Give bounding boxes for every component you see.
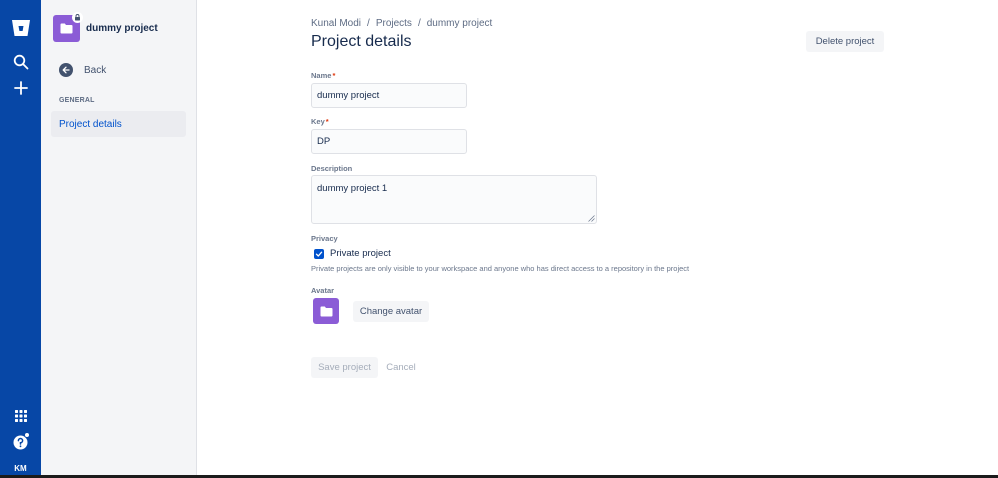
breadcrumb-item-projects[interactable]: Projects xyxy=(376,18,412,29)
breadcrumb-separator: / xyxy=(417,18,421,29)
private-project-checkbox-row[interactable]: Private project xyxy=(314,248,391,259)
breadcrumb-separator: / xyxy=(367,18,370,29)
back-button[interactable]: Back xyxy=(59,63,106,77)
description-value: dummy project 1 xyxy=(317,183,388,194)
privacy-helper-text: Private projects are only visible to you… xyxy=(311,264,690,273)
sidebar-project-header: dummy project xyxy=(53,12,158,42)
name-input[interactable]: dummy project xyxy=(311,83,467,108)
folder-icon xyxy=(60,23,73,34)
change-avatar-button[interactable]: Change avatar xyxy=(353,301,429,322)
breadcrumb-item-user[interactable]: Kunal Modi xyxy=(311,18,361,29)
sidebar-item-project-details[interactable]: Project details xyxy=(51,111,186,137)
name-label: Name* xyxy=(311,71,335,80)
private-project-checkbox[interactable] xyxy=(314,248,324,259)
private-project-label: Private project xyxy=(330,248,391,259)
description-label: Description xyxy=(311,164,353,173)
project-avatar-preview xyxy=(313,298,339,324)
key-label: Key* xyxy=(311,117,329,126)
plus-icon[interactable] xyxy=(0,77,41,99)
search-icon[interactable] xyxy=(0,51,41,73)
resize-handle-icon[interactable] xyxy=(588,215,595,222)
lock-icon xyxy=(72,12,83,23)
breadcrumb: Kunal Modi / Projects / dummy project xyxy=(311,18,492,29)
sidebar-item-label: Project details xyxy=(59,118,122,130)
required-marker: * xyxy=(325,117,329,126)
required-marker: * xyxy=(332,71,336,80)
project-avatar xyxy=(53,12,83,42)
avatar-label: Avatar xyxy=(311,286,335,295)
main-content: Kunal Modi / Projects / dummy project Pr… xyxy=(197,0,998,475)
name-label-text: Name xyxy=(311,71,332,80)
sidebar-section-title: GENERAL xyxy=(59,97,95,104)
checkmark-icon xyxy=(315,251,323,257)
key-label-text: Key xyxy=(311,117,325,126)
save-project-button[interactable]: Save project xyxy=(311,357,378,378)
key-input-value: DP xyxy=(317,136,331,147)
page-title: Project details xyxy=(311,33,412,50)
privacy-label: Privacy xyxy=(311,234,338,243)
notification-dot xyxy=(24,432,30,438)
key-input[interactable]: DP xyxy=(311,129,467,154)
project-sidebar: dummy project Back GENERAL xyxy=(41,0,197,475)
description-textarea[interactable]: dummy project 1 xyxy=(311,175,597,224)
back-label: Back xyxy=(84,64,107,76)
arrow-left-icon xyxy=(59,63,73,77)
bitbucket-logo-icon[interactable] xyxy=(0,15,41,41)
name-input-value: dummy project xyxy=(317,90,380,101)
sidebar-project-name: dummy project xyxy=(86,23,158,34)
breadcrumb-item-project[interactable]: dummy project xyxy=(427,18,493,29)
help-icon[interactable] xyxy=(0,432,41,452)
global-nav: KM xyxy=(0,0,41,476)
app-switcher-icon[interactable] xyxy=(0,407,41,425)
user-initials: KM xyxy=(11,460,30,476)
cancel-button[interactable]: Cancel xyxy=(383,357,419,378)
delete-project-button[interactable]: Delete project xyxy=(806,31,884,52)
folder-icon xyxy=(320,306,332,316)
app-root: KM dummy project Back GENERAL Project de… xyxy=(0,0,998,478)
